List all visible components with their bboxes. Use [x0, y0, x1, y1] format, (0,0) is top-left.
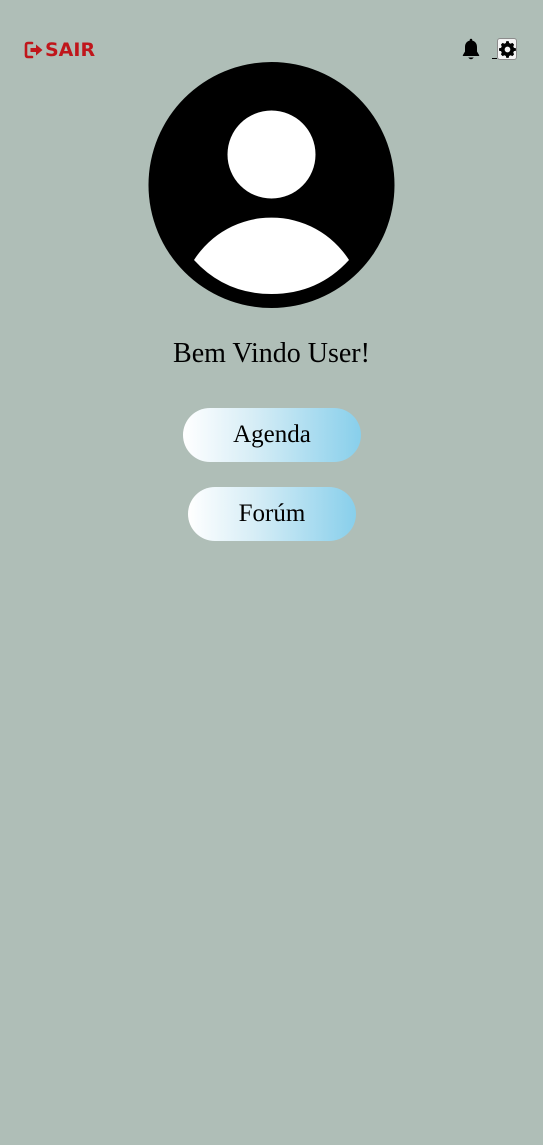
logout-arrow-icon — [24, 41, 43, 59]
logout-label: SAIR — [45, 39, 96, 61]
agenda-button[interactable]: Agenda — [183, 408, 361, 462]
bell-icon — [462, 38, 480, 60]
gear-icon — [498, 40, 516, 58]
forum-button[interactable]: Forúm — [188, 487, 356, 541]
notifications-button[interactable] — [460, 38, 482, 62]
settings-button[interactable] — [497, 38, 517, 60]
logout-button[interactable]: SAIR — [24, 38, 95, 62]
welcome-message: Bem Vindo User! — [173, 338, 370, 369]
user-avatar-icon — [148, 62, 395, 308]
